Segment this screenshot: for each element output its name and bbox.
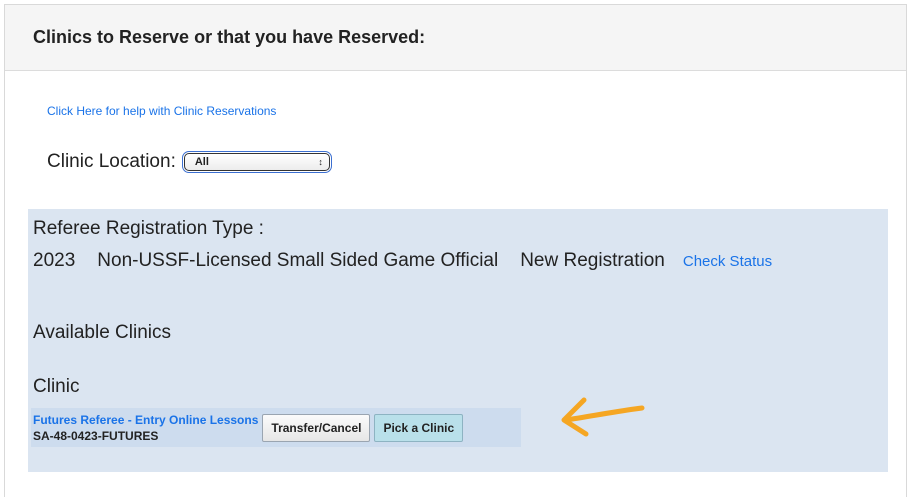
clinic-location-value: All: [194, 156, 209, 168]
registration-row: 2023 Non-USSF-Licensed Small Sided Game …: [33, 250, 772, 272]
pick-a-clinic-button[interactable]: Pick a Clinic: [374, 413, 464, 442]
hand-drawn-arrow-icon: [561, 397, 645, 437]
clinic-row: Futures Referee - Entry Online Lessons S…: [31, 408, 521, 447]
clinic-info: Futures Referee - Entry Online Lessons S…: [33, 413, 258, 443]
clinic-location-select[interactable]: All ↕: [181, 151, 332, 173]
panel-header: Clinics to Reserve or that you have Rese…: [5, 5, 906, 71]
clinic-location-label: Clinic Location:: [47, 151, 176, 172]
check-status-link[interactable]: Check Status: [683, 253, 772, 270]
select-updown-icon: ↕: [318, 156, 323, 167]
clinic-location-row: Clinic Location: All ↕: [47, 151, 332, 173]
clinic-help-link[interactable]: Click Here for help with Clinic Reservat…: [47, 104, 276, 118]
clinic-code: SA-48-0423-FUTURES: [33, 428, 159, 443]
clinic-name-link[interactable]: Futures Referee - Entry Online Lessons: [33, 413, 258, 427]
available-clinics-heading: Available Clinics: [33, 322, 171, 343]
panel-title: Clinics to Reserve or that you have Rese…: [33, 27, 426, 47]
registration-status: New Registration: [520, 250, 665, 271]
clinic-column-label: Clinic: [33, 376, 80, 397]
transfer-cancel-button[interactable]: Transfer/Cancel: [262, 413, 371, 442]
registration-block: Referee Registration Type : 2023 Non-USS…: [28, 209, 888, 472]
registration-type-label: Referee Registration Type :: [33, 218, 264, 239]
registration-year: 2023: [33, 250, 76, 271]
registration-type: Non-USSF-Licensed Small Sided Game Offic…: [97, 250, 499, 271]
